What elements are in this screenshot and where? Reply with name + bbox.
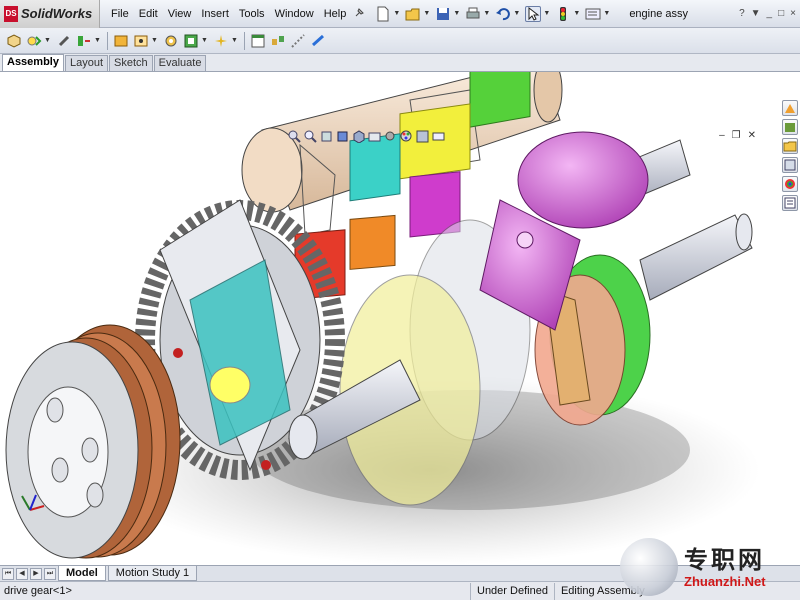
tab-sketch[interactable]: Sketch	[109, 55, 153, 71]
exploded-view-icon[interactable]	[270, 33, 286, 49]
maximize-icon[interactable]: □	[778, 8, 784, 19]
undo-icon[interactable]	[495, 6, 511, 22]
status-definition: Under Defined	[470, 582, 554, 600]
linear-pattern-icon[interactable]	[76, 33, 92, 49]
edit-appearance-icon[interactable]	[400, 130, 413, 143]
close-icon[interactable]: ×	[790, 8, 796, 19]
ds-logo-icon: DS	[4, 5, 18, 22]
rebuild-icon[interactable]	[555, 6, 571, 22]
model-tabs: ⏮ ◀ ▶ ⏭ Model Motion Study 1	[0, 565, 800, 581]
save-icon[interactable]	[435, 6, 451, 22]
toolbar-separator	[107, 31, 108, 50]
file-explorer-icon[interactable]	[782, 138, 798, 154]
graphics-area[interactable]: – ❐ ✕	[0, 72, 780, 565]
toolbar-separator	[244, 31, 245, 50]
explode-line-sketch-icon[interactable]	[290, 33, 306, 49]
options-icon[interactable]	[585, 6, 601, 22]
menu-bar: DS SolidWorks File Edit View Insert Tool…	[0, 0, 800, 28]
view-palette-icon[interactable]	[782, 157, 798, 173]
menu-window[interactable]: Window	[270, 0, 319, 28]
smart-fasteners-icon[interactable]	[56, 33, 72, 49]
help-dropdown-icon[interactable]: ▼	[751, 8, 761, 19]
open-dropdown-icon[interactable]: ▼	[423, 10, 430, 17]
print-dropdown-icon[interactable]: ▼	[483, 10, 490, 17]
main-menu: File Edit View Insert Tools Window Help	[106, 0, 351, 28]
undo-dropdown-icon[interactable]: ▼	[513, 10, 520, 17]
command-toolbar: ▼ ▼ ▼ ▼ ▼	[0, 28, 800, 54]
prev-tab-icon[interactable]: ◀	[16, 567, 28, 580]
view-settings-icon[interactable]	[432, 130, 445, 143]
new-dropdown-icon[interactable]: ▼	[393, 10, 400, 17]
pin-menu-icon[interactable]	[353, 7, 367, 21]
task-pane	[782, 100, 800, 211]
assembly-features-icon[interactable]	[163, 33, 179, 49]
save-dropdown-icon[interactable]: ▼	[453, 10, 460, 17]
section-view-icon[interactable]	[336, 130, 349, 143]
menu-edit[interactable]: Edit	[134, 0, 163, 28]
options-dropdown-icon[interactable]: ▼	[603, 10, 610, 17]
engine-assembly-model[interactable]	[0, 72, 780, 565]
new-icon[interactable]	[375, 6, 391, 22]
previous-view-icon[interactable]	[320, 130, 333, 143]
select-icon[interactable]	[525, 5, 542, 22]
status-bar: drive gear<1> Under Defined Editing Asse…	[0, 581, 800, 600]
status-mode: Editing Assembly	[553, 582, 651, 600]
menu-tools[interactable]: Tools	[234, 0, 270, 28]
mate-icon[interactable]	[26, 33, 42, 49]
minimize-icon[interactable]: _	[767, 8, 773, 19]
window-controls: ? ▼ _ □ ×	[739, 8, 796, 19]
menu-view[interactable]: View	[163, 0, 197, 28]
zoom-to-fit-icon[interactable]	[288, 130, 301, 143]
menu-insert[interactable]: Insert	[196, 0, 234, 28]
standard-toolbar: ▼ ▼ ▼ ▼ ▼ ▼ ▼ ▼	[373, 5, 613, 22]
document-title: engine assy	[629, 7, 689, 20]
menu-help[interactable]: Help	[319, 0, 352, 28]
new-motion-study-icon[interactable]	[213, 33, 229, 49]
design-library-icon[interactable]	[782, 119, 798, 135]
last-tab-icon[interactable]: ⏭	[44, 567, 56, 580]
reference-geometry-icon[interactable]	[183, 33, 199, 49]
command-manager-tabs: Assembly Layout Sketch Evaluate	[0, 54, 800, 72]
insert-component-icon[interactable]	[6, 33, 22, 49]
tab-assembly[interactable]: Assembly	[2, 54, 64, 71]
tab-evaluate[interactable]: Evaluate	[153, 55, 207, 71]
open-icon[interactable]	[405, 6, 421, 22]
print-icon[interactable]	[465, 6, 481, 22]
show-hidden-icon[interactable]	[133, 33, 149, 49]
solidworks-logo[interactable]: DS SolidWorks	[0, 0, 100, 28]
motion-study-dropdown-icon[interactable]: ▼	[231, 37, 238, 44]
appearances-icon[interactable]	[782, 176, 798, 192]
tab-layout[interactable]: Layout	[64, 55, 109, 71]
pattern-dropdown-icon[interactable]: ▼	[94, 37, 101, 44]
status-selection: drive gear<1>	[4, 585, 72, 597]
help-icon[interactable]: ?	[739, 8, 745, 19]
doc-minimize-icon[interactable]: –	[719, 130, 725, 141]
doc-restore-icon[interactable]: ❐	[732, 130, 741, 141]
display-style-icon[interactable]	[368, 130, 381, 143]
menu-file[interactable]: File	[106, 0, 134, 28]
doc-close-icon[interactable]: ✕	[748, 130, 756, 141]
app-brand: SolidWorks	[21, 6, 93, 21]
document-window-controls: – ❐ ✕	[719, 130, 756, 141]
rebuild-dropdown-icon[interactable]: ▼	[573, 10, 580, 17]
reference-geometry-dropdown-icon[interactable]: ▼	[201, 37, 208, 44]
first-tab-icon[interactable]: ⏮	[2, 567, 14, 580]
mate-dropdown-icon[interactable]: ▼	[44, 37, 51, 44]
apply-scene-icon[interactable]	[416, 130, 429, 143]
heads-up-view-toolbar	[288, 130, 445, 144]
hide-show-items-icon[interactable]	[384, 130, 397, 143]
solidworks-resources-icon[interactable]	[782, 100, 798, 116]
select-dropdown-icon[interactable]: ▼	[543, 10, 550, 17]
bill-of-materials-icon[interactable]	[250, 33, 266, 49]
move-component-icon[interactable]	[113, 33, 129, 49]
view-orientation-icon[interactable]	[352, 130, 365, 144]
show-hidden-dropdown-icon[interactable]: ▼	[151, 37, 158, 44]
custom-properties-icon[interactable]	[782, 195, 798, 211]
clutch-plate-stack[interactable]	[5, 324, 181, 559]
zoom-to-area-icon[interactable]	[304, 130, 317, 143]
next-tab-icon[interactable]: ▶	[30, 567, 42, 580]
tab-motion-study-1[interactable]: Motion Study 1	[107, 566, 198, 581]
interference-detection-icon[interactable]	[310, 33, 326, 49]
tab-model[interactable]: Model	[58, 566, 106, 581]
